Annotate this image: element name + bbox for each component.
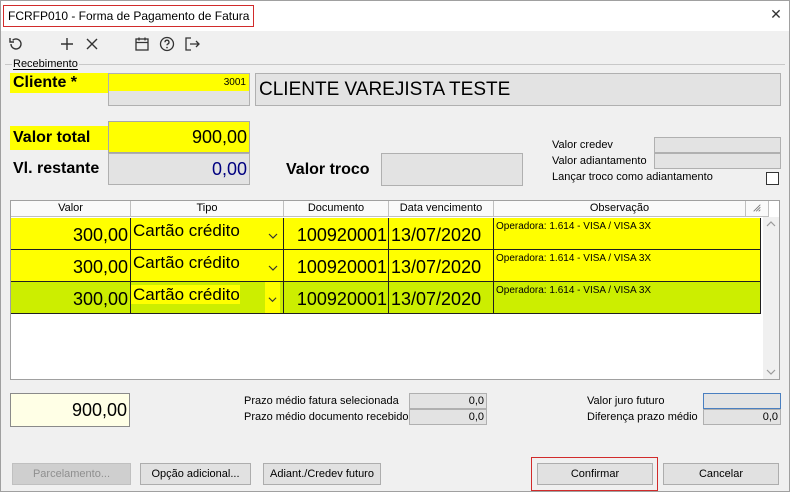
prazo-fatura-field: 0,0 bbox=[409, 393, 487, 409]
juro-futuro-label: Valor juro futuro bbox=[587, 395, 665, 407]
cancelar-button[interactable]: Cancelar bbox=[663, 463, 779, 485]
valor-troco-label: Valor troco bbox=[286, 161, 370, 178]
diferenca-field: 0,0 bbox=[703, 409, 781, 425]
row-tipo-select[interactable]: Cartão crédito bbox=[131, 282, 284, 314]
toolbar bbox=[1, 31, 789, 57]
scroll-up-icon[interactable] bbox=[763, 219, 779, 229]
valor-adiantamento-label: Valor adiantamento bbox=[552, 155, 647, 167]
valor-credev-field bbox=[654, 137, 781, 153]
row-observacao[interactable]: Operadora: 1.614 - VISA / VISA 3X bbox=[494, 218, 761, 250]
col-header-documento[interactable]: Documento bbox=[284, 201, 389, 217]
row-documento[interactable]: 100920001 bbox=[284, 250, 389, 282]
cliente-label: Cliente * bbox=[10, 73, 108, 93]
col-header-valor[interactable]: Valor bbox=[11, 201, 131, 217]
row-documento[interactable]: 100920001 bbox=[284, 282, 389, 314]
add-icon[interactable] bbox=[58, 35, 76, 53]
row-documento[interactable]: 100920001 bbox=[284, 218, 389, 250]
row-valor[interactable]: 300,00 bbox=[11, 250, 131, 282]
refresh-icon[interactable] bbox=[7, 35, 25, 53]
cliente-code-value: 3001 bbox=[109, 74, 249, 91]
confirmar-button[interactable]: Confirmar bbox=[537, 463, 653, 485]
calendar-icon[interactable] bbox=[133, 35, 151, 53]
chevron-down-icon[interactable] bbox=[267, 295, 278, 304]
prazo-doc-label: Prazo médio documento recebido bbox=[244, 411, 409, 423]
table-row[interactable]: 300,00 Cartão crédito 100920001 13/07/20… bbox=[11, 250, 761, 282]
delete-icon[interactable] bbox=[83, 35, 101, 53]
vl-restante-field: 0,00 bbox=[108, 153, 250, 185]
diferenca-label: Diferença prazo médio bbox=[587, 411, 698, 423]
row-data[interactable]: 13/07/2020 bbox=[389, 282, 494, 314]
row-data[interactable]: 13/07/2020 bbox=[389, 218, 494, 250]
valor-total-label: Valor total bbox=[10, 126, 108, 150]
row-data[interactable]: 13/07/2020 bbox=[389, 250, 494, 282]
juro-futuro-field[interactable] bbox=[703, 393, 781, 409]
row-tipo-value: Cartão crédito bbox=[133, 253, 240, 272]
scroll-down-icon[interactable] bbox=[763, 367, 779, 377]
group-border bbox=[5, 64, 785, 65]
row-observacao[interactable]: Operadora: 1.614 - VISA / VISA 3X bbox=[494, 282, 761, 314]
row-tipo-select[interactable]: Cartão crédito bbox=[131, 218, 284, 250]
valor-total-field[interactable]: 900,00 bbox=[108, 121, 250, 153]
row-tipo-dropdown[interactable] bbox=[265, 282, 280, 313]
row-tipo-value: Cartão crédito bbox=[133, 221, 240, 240]
lancar-troco-checkbox[interactable] bbox=[766, 172, 779, 185]
recebimento-group-label: Recebimento bbox=[12, 58, 79, 70]
parcelamento-button[interactable]: Parcelamento... bbox=[12, 463, 131, 485]
grid-config-icon[interactable] bbox=[746, 201, 769, 217]
row-tipo-value: Cartão crédito bbox=[131, 285, 240, 304]
cliente-name-field: CLIENTE VAREJISTA TESTE bbox=[255, 73, 781, 106]
help-icon[interactable] bbox=[158, 35, 176, 53]
payment-window: FCRFP010 - Forma de Pagamento de Fatura … bbox=[0, 0, 790, 492]
col-header-data[interactable]: Data vencimento bbox=[389, 201, 494, 217]
close-icon[interactable]: ✕ bbox=[769, 7, 783, 21]
valor-troco-field bbox=[381, 153, 523, 186]
table-row[interactable]: 300,00 Cartão crédito 100920001 13/07/20… bbox=[11, 218, 761, 250]
valor-adiantamento-field bbox=[654, 153, 781, 169]
row-observacao[interactable]: Operadora: 1.614 - VISA / VISA 3X bbox=[494, 250, 761, 282]
row-valor[interactable]: 300,00 bbox=[11, 218, 131, 250]
chevron-down-icon[interactable] bbox=[267, 231, 279, 241]
vl-restante-label: Vl. restante bbox=[13, 160, 100, 177]
title-bar: FCRFP010 - Forma de Pagamento de Fatura … bbox=[1, 1, 789, 31]
col-header-observacao[interactable]: Observação bbox=[494, 201, 746, 217]
grid-scrollbar[interactable] bbox=[763, 217, 779, 379]
prazo-fatura-label: Prazo médio fatura selecionada bbox=[244, 395, 399, 407]
adiant-credev-button[interactable]: Adiant./Credev futuro bbox=[263, 463, 381, 485]
table-row-selected[interactable]: 300,00 Cartão crédito 100920001 13/07/20… bbox=[11, 282, 761, 314]
cliente-code-field[interactable]: 3001 bbox=[108, 73, 250, 106]
col-header-tipo[interactable]: Tipo bbox=[131, 201, 284, 217]
lancar-troco-label: Lançar troco como adiantamento bbox=[552, 171, 713, 183]
row-valor[interactable]: 300,00 bbox=[11, 282, 131, 314]
row-tipo-select[interactable]: Cartão crédito bbox=[131, 250, 284, 282]
footer-total-field: 900,00 bbox=[10, 393, 130, 427]
valor-credev-label: Valor credev bbox=[552, 139, 613, 151]
payments-grid[interactable]: Valor Tipo Documento Data vencimento Obs… bbox=[10, 200, 780, 380]
window-title: FCRFP010 - Forma de Pagamento de Fatura bbox=[3, 5, 255, 27]
opcao-adicional-button[interactable]: Opção adicional... bbox=[140, 463, 251, 485]
chevron-down-icon[interactable] bbox=[267, 263, 279, 273]
exit-icon[interactable] bbox=[183, 35, 201, 53]
prazo-doc-field: 0,0 bbox=[409, 409, 487, 425]
